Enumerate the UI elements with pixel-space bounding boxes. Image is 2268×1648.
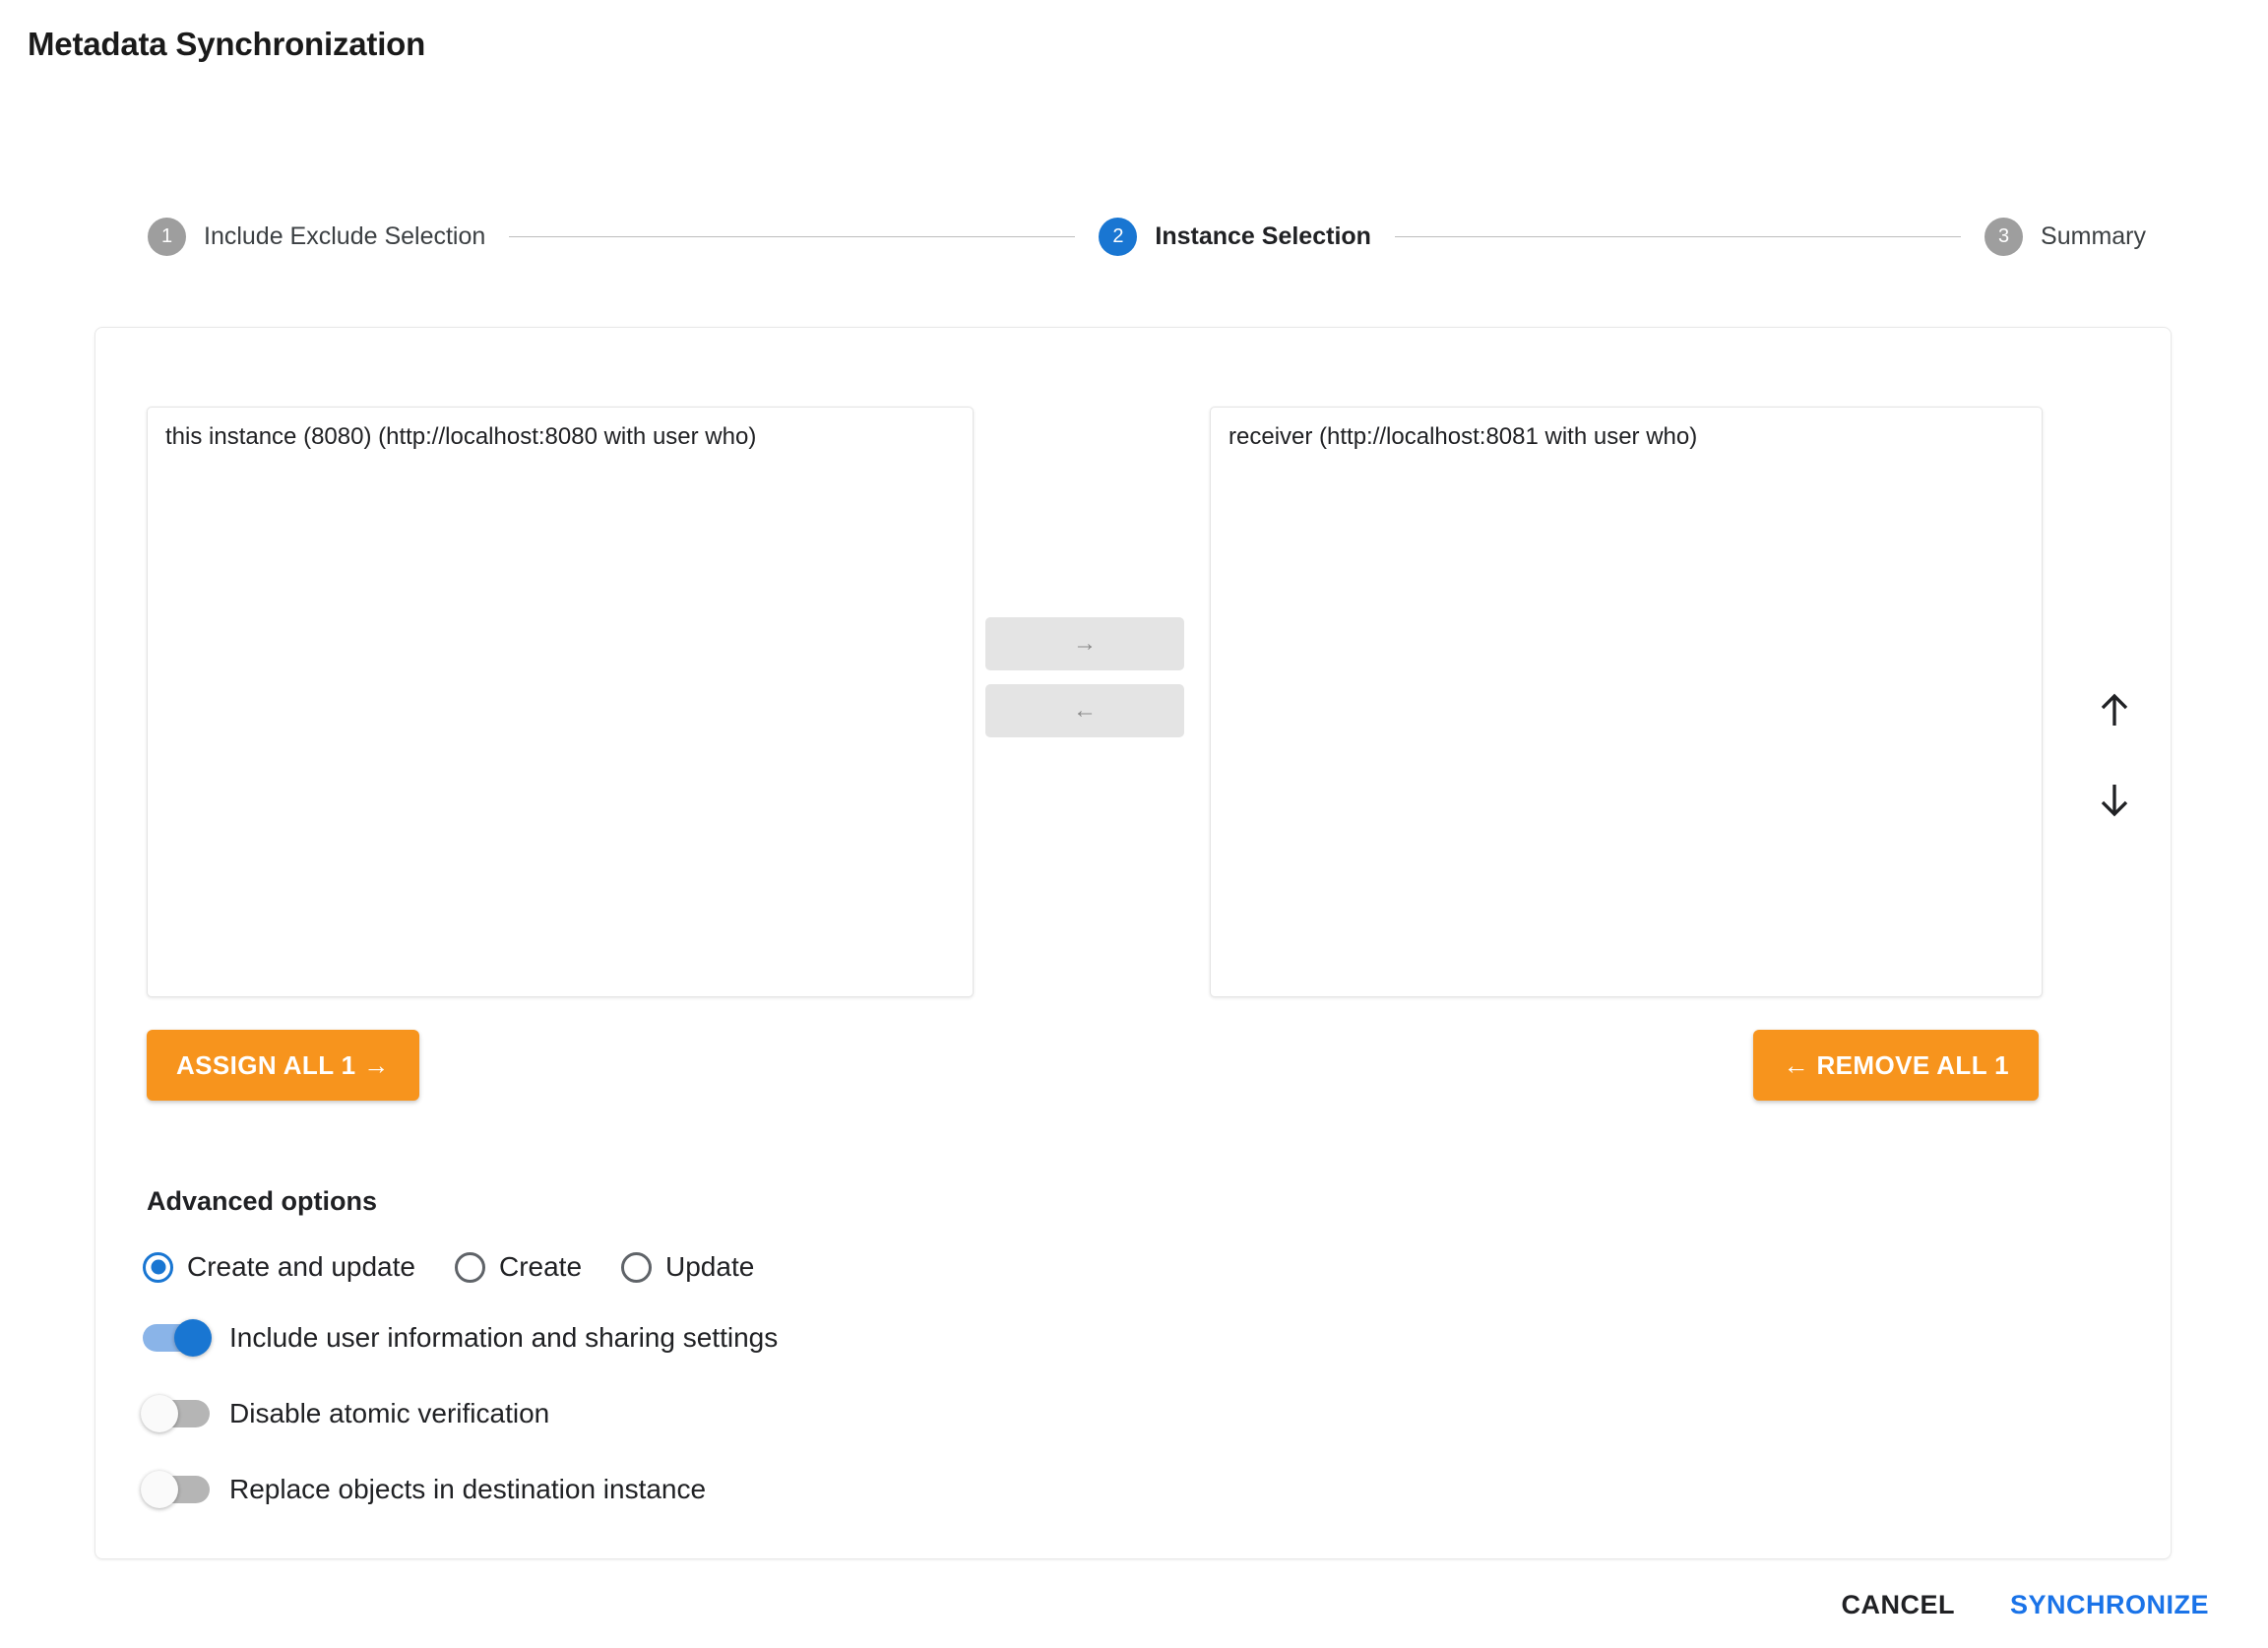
toggle-label: Disable atomic verification [229,1398,550,1428]
list-item[interactable]: this instance (8080) (http://localhost:8… [148,408,973,452]
source-instance-listbox[interactable]: this instance (8080) (http://localhost:8… [147,407,974,997]
arrow-down-icon[interactable] [2095,778,2134,821]
instance-selection-card: this instance (8080) (http://localhost:8… [94,327,2172,1559]
toggle-knob-icon [141,1471,178,1508]
advanced-options-heading: Advanced options [147,1186,378,1216]
radio-create[interactable]: Create [454,1251,583,1283]
list-item[interactable]: receiver (http://localhost:8081 with use… [1211,408,2042,452]
step-number-badge: 3 [1984,217,2024,256]
step-number-badge: 2 [1099,217,1138,256]
toggle-disable-atomic-verification[interactable]: Disable atomic verification [141,1395,550,1432]
toggle-track-icon [141,1395,210,1432]
toggle-label: Include user information and sharing set… [229,1322,779,1353]
radio-update[interactable]: Update [621,1251,754,1283]
wizard-stepper: 1 Include Exclude Selection 2 Instance S… [148,209,2146,264]
radio-create-and-update[interactable]: Create and update [143,1251,415,1283]
radio-unselected-icon [621,1251,653,1283]
cancel-button[interactable]: CANCEL [1817,1576,1979,1634]
step-label: Include Exclude Selection [204,222,486,250]
step-connector [1394,235,1962,237]
toggle-knob-icon [141,1395,178,1432]
assign-all-button[interactable]: ASSIGN ALL 1 → [147,1030,419,1101]
sync-strategy-radio-group: Create and update Create Update [143,1251,793,1283]
toggle-include-user-information[interactable]: Include user information and sharing set… [143,1319,779,1357]
dialog-footer: CANCEL SYNCHRONIZE [0,1561,2268,1648]
metadata-synchronization-page: Metadata Synchronization 1 Include Exclu… [0,0,2268,1648]
remove-all-button[interactable]: ← REMOVE ALL 1 [1753,1030,2039,1101]
step-connector [509,235,1076,237]
step-label: Instance Selection [1155,222,1371,250]
step-summary[interactable]: 3 Summary [1984,217,2147,256]
arrow-up-icon[interactable] [2095,689,2134,732]
step-label: Summary [2041,222,2147,250]
radio-selected-icon [143,1251,173,1283]
step-number-badge: 1 [148,217,186,256]
toggle-label: Replace objects in destination instance [229,1474,707,1504]
toggle-track-icon [143,1319,212,1357]
page-title: Metadata Synchronization [28,26,426,62]
step-include-exclude-selection[interactable]: 1 Include Exclude Selection [148,217,486,256]
radio-unselected-icon [454,1251,485,1283]
target-instance-listbox[interactable]: receiver (http://localhost:8081 with use… [1210,407,2043,997]
radio-label: Update [665,1251,755,1282]
move-right-button[interactable]: → [985,617,1184,670]
toggle-knob-icon [174,1319,212,1357]
toggle-replace-objects[interactable]: Replace objects in destination instance [141,1471,707,1508]
list-reorder-controls [2085,689,2144,821]
transfer-button-group: → ← [985,617,1184,737]
step-instance-selection[interactable]: 2 Instance Selection [1099,217,1371,256]
toggle-track-icon [141,1471,210,1508]
synchronize-button[interactable]: SYNCHRONIZE [1986,1576,2233,1634]
radio-label: Create [498,1251,583,1282]
move-left-button[interactable]: ← [985,684,1184,737]
radio-label: Create and update [187,1251,415,1282]
